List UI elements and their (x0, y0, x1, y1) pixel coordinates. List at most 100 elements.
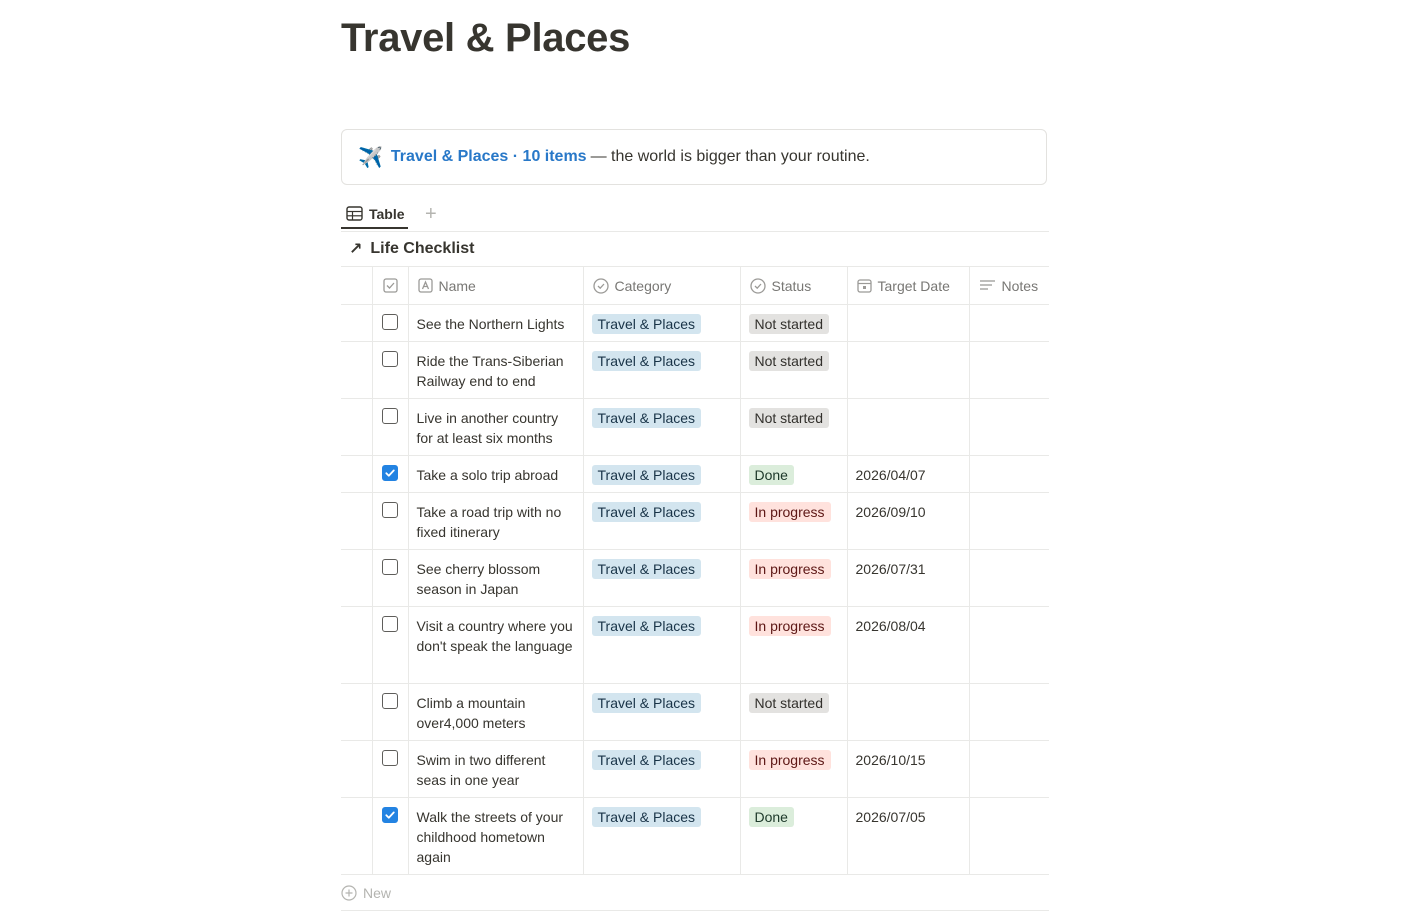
status-cell[interactable]: In progress (739, 549, 847, 607)
status-cell[interactable]: Done (739, 455, 847, 493)
target-date-cell[interactable]: 2026/08/04 (846, 606, 969, 684)
checkbox-unchecked[interactable] (382, 616, 398, 632)
table-row[interactable]: Swim in two different seas in one year Tr… (341, 740, 1049, 798)
status-cell[interactable]: In progress (739, 606, 847, 684)
tab-table[interactable]: Table (341, 200, 408, 229)
category-tag: Travel & Places (591, 616, 702, 636)
page: Travel & Places ✈️ Travel & Places · 10 … (0, 0, 1425, 923)
item-name: Swim in two different seas in one year (416, 752, 546, 788)
target-date-cell[interactable] (846, 341, 969, 399)
column-header-notes[interactable]: Notes (968, 266, 1049, 305)
table-row[interactable]: Ride the Trans-Siberian Railway end to e… (341, 341, 1049, 399)
checkbox-unchecked[interactable] (382, 559, 398, 575)
category-cell[interactable]: Travel & Places (582, 398, 740, 456)
checkbox-unchecked[interactable] (382, 693, 398, 709)
notes-cell[interactable] (968, 740, 1049, 798)
status-cell[interactable]: Not started (739, 304, 847, 342)
target-date: 2026/07/31 (855, 561, 926, 577)
name-cell[interactable]: Swim in two different seas in one year (407, 740, 583, 798)
notes-cell[interactable] (968, 304, 1049, 342)
target-date-cell[interactable]: 2026/07/31 (846, 549, 969, 607)
add-view-icon[interactable]: + (425, 204, 437, 224)
name-cell[interactable]: Live in another country for at least six… (407, 398, 583, 456)
checklist-table: Name Category Status Target Date Notes S… (341, 266, 1049, 875)
category-cell[interactable]: Travel & Places (582, 341, 740, 399)
callout-text: — the world is bigger than your routine. (590, 148, 870, 165)
table-row[interactable]: Take a solo trip abroad Travel & Places Do… (341, 455, 1049, 493)
checkbox-unchecked[interactable] (382, 408, 398, 424)
target-date: 2026/09/10 (855, 504, 926, 520)
table-row[interactable]: See cherry blossom season in Japan Travel… (341, 549, 1049, 607)
status-cell[interactable]: In progress (739, 740, 847, 798)
notes-cell[interactable] (968, 492, 1049, 550)
notes-cell[interactable] (968, 606, 1049, 684)
category-cell[interactable]: Travel & Places (582, 740, 740, 798)
status-cell[interactable]: In progress (739, 492, 847, 550)
status-cell[interactable]: Not started (739, 398, 847, 456)
notes-cell[interactable] (968, 797, 1049, 875)
notes-cell[interactable] (968, 683, 1049, 741)
table-row[interactable]: See the Northern Lights Travel & Places No… (341, 304, 1049, 342)
target-date-cell[interactable] (846, 398, 969, 456)
notes-cell[interactable] (968, 341, 1049, 399)
database-title-label: Life Checklist (370, 240, 475, 257)
column-header-name[interactable]: Name (407, 266, 583, 305)
name-cell[interactable]: Walk the streets of your childhood homet… (407, 797, 583, 875)
category-cell[interactable]: Travel & Places (582, 304, 740, 342)
column-header-target-date[interactable]: Target Date (846, 266, 969, 305)
new-row-label: New (363, 884, 392, 901)
row-handle (341, 304, 372, 342)
notes-cell[interactable] (968, 549, 1049, 607)
target-date-cell[interactable]: 2026/10/15 (846, 740, 969, 798)
checkbox-property-icon (382, 278, 398, 293)
table-row[interactable]: Take a road trip with no fixed itinerary… (341, 492, 1049, 550)
database-title[interactable]: ↗ Life Checklist (349, 239, 474, 259)
status-cell[interactable]: Not started (739, 683, 847, 741)
notes-cell[interactable] (968, 398, 1049, 456)
column-header-checkbox[interactable] (371, 266, 408, 305)
category-cell[interactable]: Travel & Places (582, 606, 740, 684)
target-date-cell[interactable] (846, 683, 969, 741)
calendar-icon (856, 278, 872, 293)
checkbox-checked[interactable] (382, 465, 398, 481)
arrow-up-right-icon: ↗ (349, 241, 363, 258)
target-date-cell[interactable]: 2026/04/07 (846, 455, 969, 493)
category-cell[interactable]: Travel & Places (582, 683, 740, 741)
table-row[interactable]: Walk the streets of your childhood homet… (341, 797, 1049, 875)
checkbox-unchecked[interactable] (382, 502, 398, 518)
table-row[interactable]: Live in another country for at least six… (341, 398, 1049, 456)
item-name: Walk the streets of your childhood homet… (416, 809, 564, 865)
notes-cell[interactable] (968, 455, 1049, 493)
table-row[interactable]: Visit a country where you don't speak th… (341, 606, 1049, 684)
name-cell[interactable]: Visit a country where you don't speak th… (407, 606, 583, 684)
category-cell[interactable]: Travel & Places (582, 797, 740, 875)
name-cell[interactable]: Ride the Trans-Siberian Railway end to e… (407, 341, 583, 399)
checkbox-unchecked[interactable] (382, 750, 398, 766)
column-header-status-label: Status (771, 277, 812, 294)
name-cell[interactable]: Take a road trip with no fixed itinerary (407, 492, 583, 550)
column-header-status[interactable]: Status (739, 266, 847, 305)
status-badge: In progress (748, 750, 831, 770)
checkbox-cell (371, 740, 408, 798)
callout-link[interactable]: Travel & Places · 10 items (391, 148, 587, 166)
target-date-cell[interactable]: 2026/09/10 (846, 492, 969, 550)
status-cell[interactable]: Done (739, 797, 847, 875)
column-header-category[interactable]: Category (582, 266, 740, 305)
category-cell[interactable]: Travel & Places (582, 492, 740, 550)
target-date-cell[interactable] (846, 304, 969, 342)
checkbox-unchecked[interactable] (382, 314, 398, 330)
name-cell[interactable]: See the Northern Lights (407, 304, 583, 342)
name-cell[interactable]: Take a solo trip abroad (407, 455, 583, 493)
table-row[interactable]: Climb a mountain over4,000 meters Travel … (341, 683, 1049, 741)
checkbox-unchecked[interactable] (382, 351, 398, 367)
category-cell[interactable]: Travel & Places (582, 549, 740, 607)
text-property-icon (417, 278, 433, 293)
status-cell[interactable]: Not started (739, 341, 847, 399)
checkbox-checked[interactable] (382, 807, 398, 823)
column-header-name-label: Name (438, 277, 476, 294)
name-cell[interactable]: Climb a mountain over4,000 meters (407, 683, 583, 741)
target-date-cell[interactable]: 2026/07/05 (846, 797, 969, 875)
name-cell[interactable]: See cherry blossom season in Japan (407, 549, 583, 607)
category-cell[interactable]: Travel & Places (582, 455, 740, 493)
new-row-button[interactable]: New (341, 875, 1049, 911)
